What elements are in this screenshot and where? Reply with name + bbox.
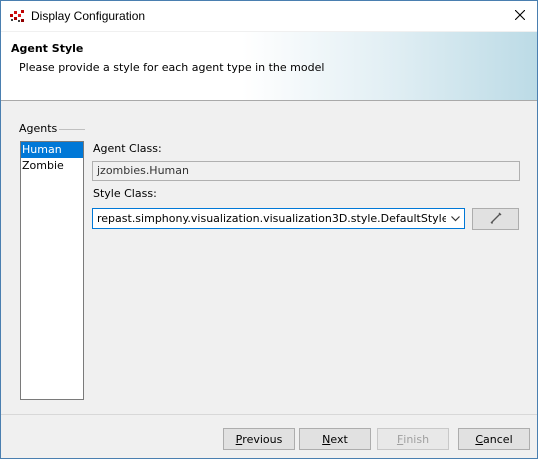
agent-list-item-human[interactable]: Human bbox=[21, 142, 83, 158]
cancel-mnemonic: C bbox=[475, 432, 484, 446]
style-class-combobox[interactable]: repast.simphony.visualization.visualizat… bbox=[92, 208, 465, 229]
agent-class-field: jzombies.Human bbox=[92, 161, 520, 181]
chevron-down-icon[interactable] bbox=[446, 209, 464, 228]
title-bar[interactable]: Display Configuration bbox=[1, 1, 537, 31]
agents-group-label: Agents bbox=[19, 122, 62, 135]
previous-mnemonic: P bbox=[235, 432, 243, 446]
finish-button[interactable]: Finish bbox=[377, 428, 449, 450]
next-label: ext bbox=[330, 432, 348, 446]
next-button[interactable]: Next bbox=[299, 428, 371, 450]
agent-list-item-zombie[interactable]: Zombie bbox=[21, 158, 83, 174]
edit-style-button[interactable] bbox=[472, 208, 519, 230]
close-button[interactable] bbox=[503, 1, 537, 31]
agent-list[interactable]: Human Zombie bbox=[20, 141, 84, 400]
agents-group-divider bbox=[59, 129, 85, 130]
wizard-header: Agent Style Please provide a style for e… bbox=[1, 32, 537, 101]
pencil-icon bbox=[488, 210, 504, 229]
repast-logo-icon bbox=[9, 8, 25, 24]
step-subtitle: Please provide a style for each agent ty… bbox=[19, 61, 325, 74]
close-icon bbox=[514, 9, 526, 23]
style-class-text: repast.simphony.visualization.visualizat… bbox=[97, 211, 446, 225]
dialog-window: Display Configuration Agent Style Please… bbox=[0, 0, 538, 459]
footer-divider bbox=[1, 414, 537, 415]
next-mnemonic: N bbox=[322, 432, 331, 446]
finish-label: inish bbox=[403, 432, 430, 446]
window-title: Display Configuration bbox=[31, 9, 146, 23]
agent-class-label: Agent Class: bbox=[93, 142, 162, 155]
cancel-button[interactable]: Cancel bbox=[458, 428, 530, 450]
style-class-label: Style Class: bbox=[93, 187, 157, 200]
step-title: Agent Style bbox=[11, 42, 84, 55]
previous-label: revious bbox=[242, 432, 283, 446]
cancel-label: ancel bbox=[483, 432, 513, 446]
style-class-input[interactable]: repast.simphony.visualization.visualizat… bbox=[93, 212, 446, 226]
previous-button[interactable]: Previous bbox=[223, 428, 295, 450]
